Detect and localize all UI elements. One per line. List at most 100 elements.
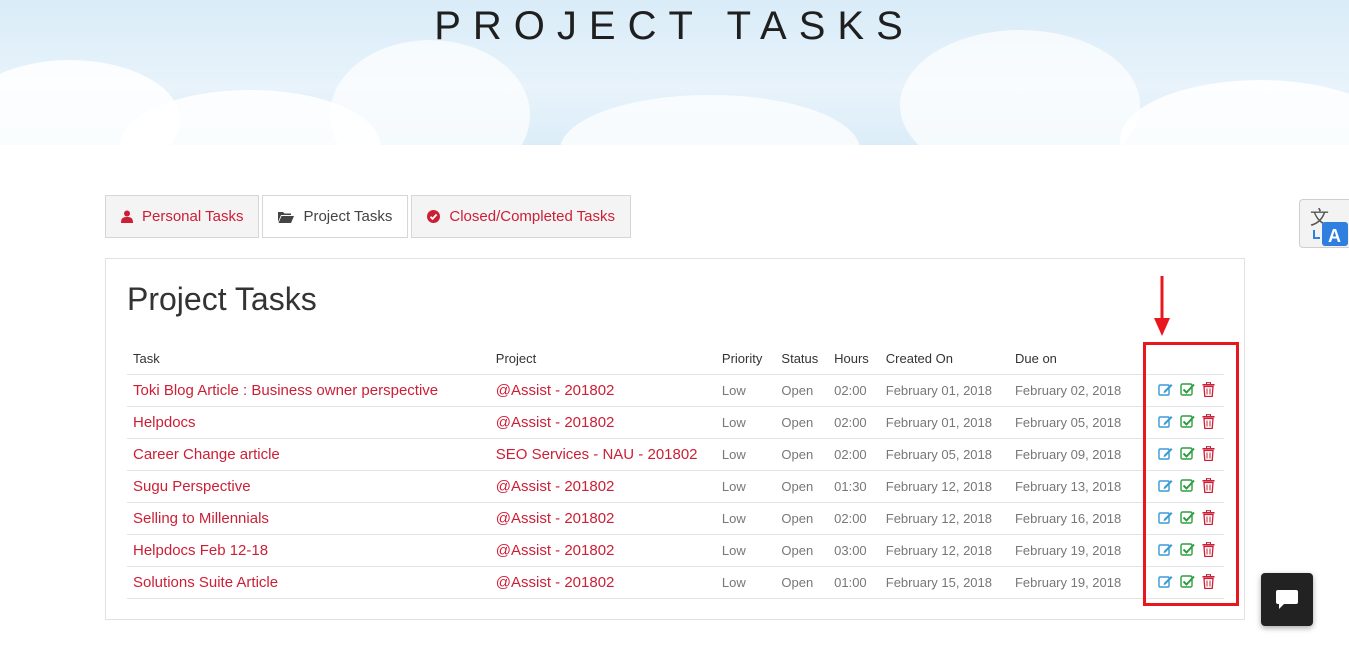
table-header-row: Task Project Priority Status Hours Creat… [127,344,1224,375]
project-link[interactable]: @Assist - 201802 [496,574,615,591]
tab-label: Personal Tasks [142,208,244,225]
hero-title: PROJECT TASKS [434,4,915,48]
status-cell: Open [775,566,829,599]
status-cell: Open [775,502,829,535]
created-on-cell: February 12, 2018 [879,534,1009,567]
priority-cell: Low [715,374,776,407]
hours-cell: 03:00 [828,534,880,567]
task-cell: Helpdocs Feb 12-18 [127,534,490,567]
hours-cell: 02:00 [828,502,880,535]
due-on-cell: February 02, 2018 [1008,374,1142,407]
task-link[interactable]: Helpdocs [133,414,196,431]
created-on-cell: February 12, 2018 [879,470,1009,503]
task-tabs: Personal Tasks Project Tasks Closed/Comp… [105,195,632,238]
task-cell: Helpdocs [127,406,490,439]
column-header-due-on: Due on [1008,344,1142,375]
table-row: Career Change article SEO Services - NAU … [127,438,1224,471]
task-cell: Selling to Millennials [127,502,490,535]
project-cell: @Assist - 201802 [489,374,716,407]
priority-cell: Low [715,470,776,503]
project-cell: @Assist - 201802 [489,470,716,503]
table-row: Sugu Perspective @Assist - 201802 Low Open 0… [127,470,1224,503]
due-on-cell: February 05, 2018 [1008,406,1142,439]
user-icon [121,210,133,223]
column-header-status: Status [775,344,829,375]
status-cell: Open [775,406,829,439]
table-row: Helpdocs @Assist - 201802 Low Open 02:00 Febr… [127,406,1224,439]
column-header-task: Task [127,344,490,375]
status-cell: Open [775,534,829,567]
task-cell: Toki Blog Article : Business owner persp… [127,374,490,407]
translate-widget-button[interactable]: 文 A [1299,199,1349,248]
cloud-decoration [560,95,860,145]
project-tasks-panel: Project Tasks Task Project Priority Stat… [105,258,1245,620]
tab-closed-completed-tasks[interactable]: Closed/Completed Tasks [411,195,632,238]
google-translate-icon: 文 A [1310,207,1348,246]
task-cell: Career Change article [127,438,490,471]
project-cell: @Assist - 201802 [489,502,716,535]
column-header-project: Project [489,344,716,375]
due-on-cell: February 13, 2018 [1008,470,1142,503]
created-on-cell: February 05, 2018 [879,438,1009,471]
priority-cell: Low [715,438,776,471]
status-cell: Open [775,374,829,407]
hours-cell: 02:00 [828,406,880,439]
task-link[interactable]: Selling to Millennials [133,510,269,527]
tab-label: Closed/Completed Tasks [449,208,616,225]
task-link[interactable]: Sugu Perspective [133,478,251,495]
folder-open-icon [278,211,295,223]
table-row: Toki Blog Article : Business owner persp… [127,374,1224,407]
due-on-cell: February 16, 2018 [1008,502,1142,535]
hours-cell: 02:00 [828,438,880,471]
hours-cell: 02:00 [828,374,880,407]
project-link[interactable]: @Assist - 201802 [496,542,615,559]
project-cell: @Assist - 201802 [489,534,716,567]
tab-label: Project Tasks [303,208,393,225]
project-link[interactable]: @Assist - 201802 [496,382,615,399]
priority-cell: Low [715,502,776,535]
tab-personal-tasks[interactable]: Personal Tasks [105,195,260,238]
priority-cell: Low [715,406,776,439]
project-cell: @Assist - 201802 [489,566,716,599]
task-cell: Solutions Suite Article [127,566,490,599]
created-on-cell: February 01, 2018 [879,406,1009,439]
priority-cell: Low [715,534,776,567]
due-on-cell: February 09, 2018 [1008,438,1142,471]
panel-title: Project Tasks [127,281,317,317]
tab-project-tasks[interactable]: Project Tasks [262,195,409,238]
project-link[interactable]: @Assist - 201802 [496,510,615,527]
task-link[interactable]: Toki Blog Article : Business owner persp… [133,382,438,399]
due-on-cell: February 19, 2018 [1008,566,1142,599]
table-body: Toki Blog Article : Business owner persp… [127,374,1224,599]
hours-cell: 01:30 [828,470,880,503]
table-row: Helpdocs Feb 12-18 @Assist - 201802 Low Ope… [127,534,1224,567]
project-link[interactable]: SEO Services - NAU - 201802 [496,446,698,463]
project-cell: @Assist - 201802 [489,406,716,439]
due-on-cell: February 19, 2018 [1008,534,1142,567]
status-cell: Open [775,438,829,471]
column-header-priority: Priority [715,344,776,375]
created-on-cell: February 01, 2018 [879,374,1009,407]
column-header-hours: Hours [828,344,880,375]
created-on-cell: February 15, 2018 [879,566,1009,599]
annotation-highlight-box [1143,342,1239,606]
annotation-arrow [1154,276,1170,336]
priority-cell: Low [715,566,776,599]
check-circle-icon [427,210,441,223]
column-header-created-on: Created On [879,344,1009,375]
table-row: Selling to Millennials @Assist - 201802 Lo… [127,502,1224,535]
task-link[interactable]: Career Change article [133,446,280,463]
task-link[interactable]: Solutions Suite Article [133,574,278,591]
cloud-decoration [1120,80,1349,145]
task-cell: Sugu Perspective [127,470,490,503]
chat-bubble-icon [1276,589,1298,609]
tasks-table: Task Project Priority Status Hours Creat… [127,344,1224,599]
project-cell: SEO Services - NAU - 201802 [489,438,716,471]
project-link[interactable]: @Assist - 201802 [496,414,615,431]
status-cell: Open [775,470,829,503]
created-on-cell: February 12, 2018 [879,502,1009,535]
task-link[interactable]: Helpdocs Feb 12-18 [133,542,268,559]
chat-widget-button[interactable] [1261,573,1313,626]
project-link[interactable]: @Assist - 201802 [496,478,615,495]
table-row: Solutions Suite Article @Assist - 201802 L… [127,566,1224,599]
